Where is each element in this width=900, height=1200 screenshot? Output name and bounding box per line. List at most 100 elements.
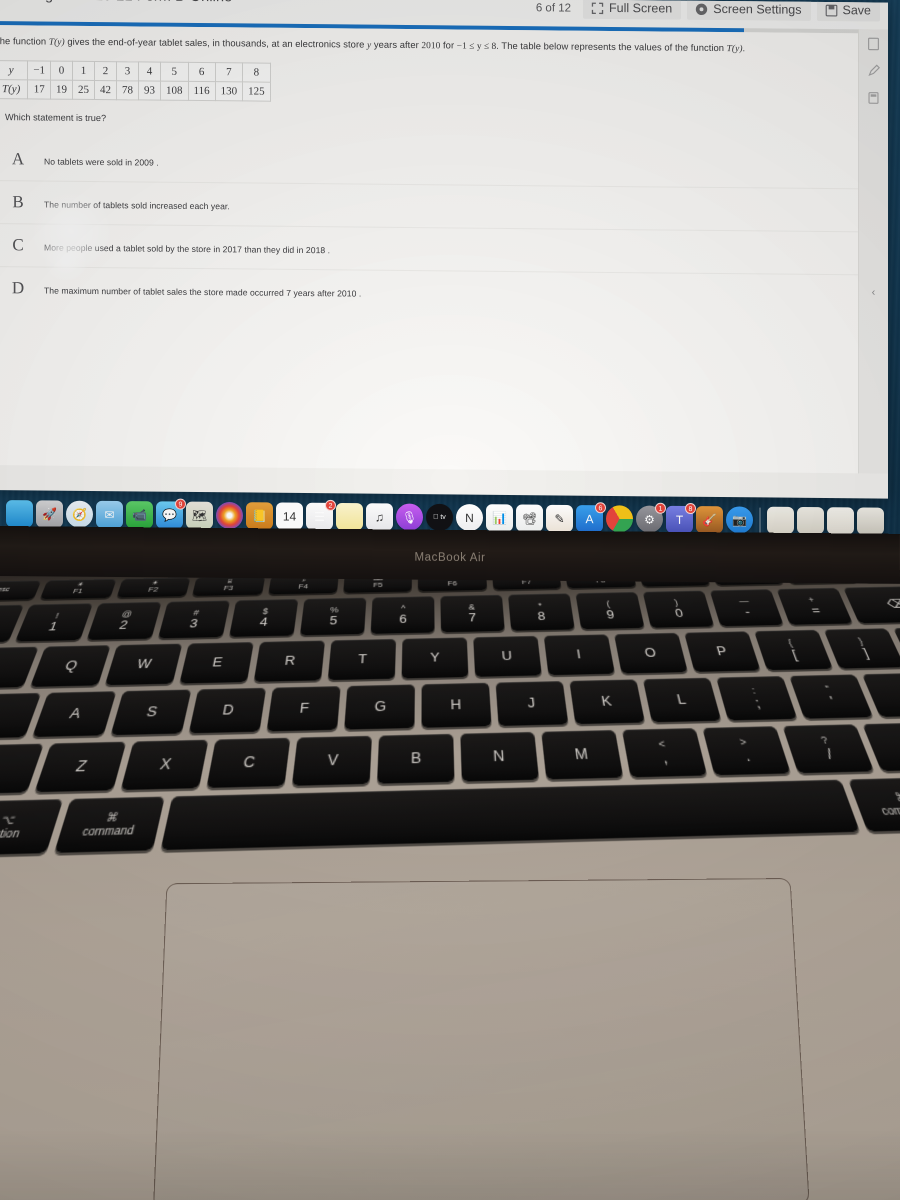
dock-item-trash[interactable] bbox=[857, 507, 884, 535]
key--[interactable]: }] bbox=[823, 628, 900, 669]
dock-item-podcasts[interactable]: 🎙 bbox=[396, 503, 423, 531]
highlighter-icon[interactable] bbox=[867, 64, 880, 77]
key-9[interactable]: (9 bbox=[575, 591, 645, 630]
key-u[interactable]: U bbox=[473, 635, 542, 677]
key-p[interactable]: P bbox=[684, 631, 761, 672]
dock-item-system-preferences[interactable]: ⚙ 1 bbox=[636, 502, 666, 535]
dock-item-reminders[interactable]: ☰ 2 bbox=[306, 499, 336, 530]
keyboard[interactable]: esc☀F1☀F2⌸F3⌕F4⌨F5⌨F6⏮F7⏯F8⏭F9🔇F10🔉F11🔊F… bbox=[0, 570, 900, 916]
dock-item-keynote[interactable]: 📽 bbox=[516, 504, 543, 532]
key-d[interactable]: D bbox=[188, 687, 267, 734]
dock-item-calendar[interactable]: 14 bbox=[276, 502, 303, 530]
key-a[interactable]: A bbox=[32, 691, 117, 738]
key--[interactable]: >. bbox=[702, 726, 791, 776]
key--[interactable]: — - bbox=[709, 589, 784, 627]
key--[interactable]: {[ bbox=[753, 629, 833, 671]
dock-item-contacts[interactable]: 📒 bbox=[246, 502, 273, 530]
dock-item-messages[interactable]: 💬 9 bbox=[156, 498, 186, 529]
dock-item-photos[interactable] bbox=[216, 501, 243, 530]
dock-item-facetime[interactable]: 📹 bbox=[126, 501, 153, 529]
calculator-icon[interactable] bbox=[867, 91, 880, 104]
dock-item-appletv[interactable]:  tv bbox=[426, 503, 453, 531]
dock-item-recent-file[interactable] bbox=[827, 507, 854, 535]
dock-item-garageband[interactable]: 🎸 bbox=[696, 506, 723, 534]
key-e[interactable]: E bbox=[179, 642, 254, 684]
key-f1[interactable]: ☀ F1 bbox=[40, 578, 117, 600]
key-v[interactable]: V bbox=[291, 735, 372, 786]
key-space[interactable] bbox=[160, 779, 860, 851]
save-button[interactable]: Save bbox=[816, 0, 880, 22]
key-g[interactable]: G bbox=[344, 684, 415, 730]
dock-item-maps[interactable]: 🗺 bbox=[186, 501, 213, 529]
key-legend-main: M bbox=[573, 744, 590, 763]
key-f2[interactable]: ☀ F2 bbox=[116, 577, 191, 598]
key-c[interactable]: C bbox=[206, 737, 291, 788]
key--[interactable]: :; bbox=[716, 676, 798, 721]
dock-item-chrome[interactable] bbox=[606, 505, 633, 535]
collapse-sidebar-button[interactable]: ‹ bbox=[859, 286, 888, 298]
dock-glyph-news: N bbox=[465, 510, 474, 525]
key-x[interactable]: X bbox=[120, 739, 209, 791]
dock-item-music[interactable]: ♫ bbox=[366, 503, 393, 531]
key-h[interactable]: H bbox=[421, 682, 492, 728]
key-t[interactable]: T bbox=[327, 638, 397, 681]
key-f[interactable]: F bbox=[266, 686, 341, 732]
key-legend-main: K bbox=[600, 692, 613, 710]
key-1[interactable]: ! 1 bbox=[15, 603, 93, 642]
table-row-y-cell-8: 7 bbox=[215, 62, 243, 82]
key-q[interactable]: Q bbox=[30, 645, 111, 687]
key-s[interactable]: S bbox=[110, 689, 192, 736]
key-b[interactable]: B bbox=[377, 733, 455, 784]
key-command-2[interactable]: ⌘ command bbox=[53, 796, 165, 853]
dock-item-downloads-folder[interactable] bbox=[797, 506, 824, 535]
key-esc[interactable]: esc bbox=[0, 580, 42, 601]
key-legend-top: " bbox=[823, 683, 832, 695]
key-delete[interactable]: ⌫ bbox=[843, 585, 900, 624]
key-k[interactable]: K bbox=[569, 679, 646, 725]
dock-item-news[interactable]: N bbox=[456, 503, 483, 532]
dock-item-numbers[interactable]: 📊 bbox=[486, 504, 513, 532]
key-7[interactable]: & 7 bbox=[440, 594, 505, 633]
key-m[interactable]: M bbox=[541, 730, 624, 780]
dock-item-app-store[interactable]: A6 bbox=[576, 502, 606, 533]
screen-settings-button[interactable]: Screen Settings bbox=[687, 0, 811, 21]
key-option-1[interactable]: ⌥ option bbox=[0, 799, 63, 856]
dock-item-launchpad[interactable]: 🚀 bbox=[36, 500, 63, 528]
key-o[interactable]: O bbox=[614, 632, 688, 674]
key-z[interactable]: Z bbox=[34, 741, 127, 793]
key-3[interactable]: #3 bbox=[157, 600, 231, 639]
key-4[interactable]: $4 bbox=[229, 599, 299, 637]
key-j[interactable]: J bbox=[495, 681, 569, 726]
key-0[interactable]: ) 0 bbox=[642, 590, 715, 628]
key-y[interactable]: Y bbox=[401, 637, 469, 679]
dock-item-notes[interactable] bbox=[336, 502, 363, 531]
key--[interactable]: + = bbox=[776, 587, 853, 625]
full-screen-button[interactable]: Full Screen bbox=[583, 0, 682, 20]
key-8[interactable]: * 8 bbox=[508, 593, 575, 631]
key--[interactable]: " ' bbox=[789, 674, 874, 719]
key-w[interactable]: W bbox=[104, 643, 183, 686]
dock-item-finder[interactable] bbox=[6, 500, 33, 533]
key-r[interactable]: R bbox=[253, 640, 326, 682]
page-counter: 6 of 12 bbox=[535, 1, 572, 15]
table-row-t-cell-1: 19 bbox=[50, 79, 73, 99]
key-legend-main: N bbox=[492, 746, 506, 765]
key--[interactable]: <, bbox=[621, 728, 708, 778]
key-f3[interactable]: ⌸ F3 bbox=[192, 575, 265, 596]
key-i[interactable]: I bbox=[543, 634, 615, 676]
dock-item-documents-folder[interactable] bbox=[767, 506, 794, 534]
key-2[interactable]: @2 bbox=[86, 601, 162, 640]
dock-item-mail[interactable]: ✉ bbox=[96, 500, 123, 529]
key-n[interactable]: N bbox=[460, 731, 540, 782]
key-6[interactable]: ^ 6 bbox=[370, 596, 435, 634]
answer-choice-d[interactable]: D The maximum number of tablet sales the … bbox=[0, 265, 878, 318]
dock-item-pages[interactable]: ✎ bbox=[546, 504, 573, 533]
dock-item-safari[interactable]: 🧭 bbox=[66, 500, 93, 528]
key-5[interactable]: % 5 bbox=[299, 597, 367, 636]
notes-icon[interactable] bbox=[867, 37, 880, 51]
dock-item-zoom[interactable]: 📷 bbox=[726, 506, 753, 534]
key-legend-main: command bbox=[879, 802, 900, 818]
dock-item-teams[interactable]: T8 bbox=[666, 502, 696, 535]
key-l[interactable]: L bbox=[642, 677, 722, 723]
key--[interactable]: ? / bbox=[782, 724, 875, 774]
